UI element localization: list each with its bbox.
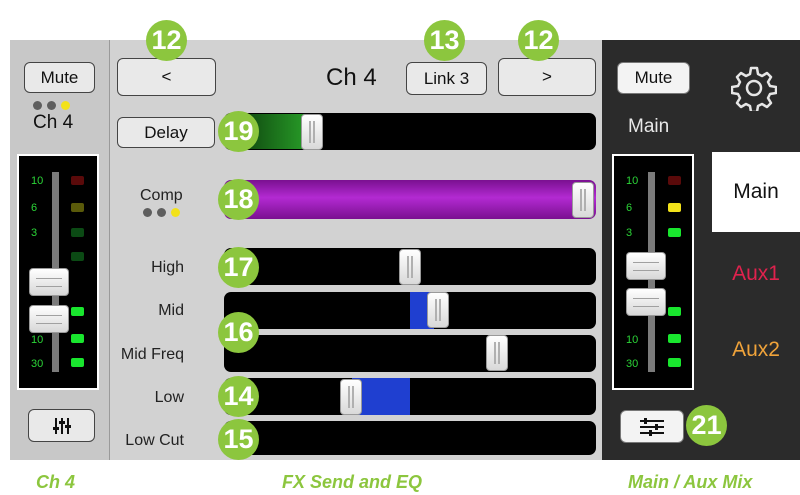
scale-label: 10	[626, 334, 639, 346]
next-channel-button[interactable]: >	[498, 58, 596, 96]
callout-18-comp: 18	[218, 179, 259, 220]
callout-21-eq-view: 21	[686, 405, 727, 446]
tab-aux2[interactable]: Aux2	[712, 328, 800, 372]
channel-fader-handle[interactable]	[29, 268, 69, 296]
meter-led	[71, 358, 84, 367]
eq-low-bar[interactable]	[224, 378, 596, 415]
eq-mid-freq-label: Mid Freq	[120, 346, 184, 363]
eq-high-label: High	[151, 259, 184, 276]
callout-19-delay: 19	[218, 111, 259, 152]
eq-low-cut-label: Low Cut	[125, 432, 184, 449]
scale-label: 30	[31, 358, 44, 370]
meter-led	[71, 228, 84, 237]
link-button[interactable]: Link 3	[406, 62, 487, 95]
scale-label: 3	[626, 227, 633, 239]
scale-label: 10	[626, 175, 639, 187]
main-mute-button[interactable]: Mute	[617, 62, 690, 94]
channel-settings-button[interactable]	[28, 409, 95, 442]
scale-label: 6	[626, 202, 633, 214]
callout-12-prev: 12	[146, 20, 187, 61]
status-dot-active	[171, 208, 180, 217]
meter-led	[668, 358, 681, 367]
status-dot	[47, 101, 56, 110]
callout-14-low: 14	[218, 376, 259, 417]
aux-fader-handle[interactable]	[626, 288, 666, 316]
comp-bar[interactable]	[224, 180, 596, 219]
caption-fx-eq: FX Send and EQ	[282, 472, 423, 492]
meter-led	[71, 252, 84, 261]
status-dot	[33, 101, 42, 110]
meter-led	[71, 334, 84, 343]
channel-label: Ch 4	[33, 112, 74, 133]
scale-label: 10	[31, 334, 44, 346]
eq-low-label: Low	[154, 389, 184, 406]
status-dot-active	[61, 101, 70, 110]
eq-mid-knob[interactable]	[427, 292, 449, 328]
eq-high-knob[interactable]	[399, 249, 421, 285]
eq-view-button[interactable]	[620, 410, 684, 443]
meter-led	[668, 307, 681, 316]
scale-label: 3	[31, 227, 38, 239]
scale-label: 10	[31, 175, 44, 187]
eq-mid-label: Mid	[158, 302, 184, 319]
callout-16-mid: 16	[218, 312, 259, 353]
meter-led	[668, 203, 681, 212]
low-cut-bar[interactable]	[224, 421, 596, 455]
scale-label: 30	[626, 358, 639, 370]
eq-mid-freq-knob[interactable]	[486, 335, 508, 371]
eq-sliders-icon	[640, 417, 664, 436]
meter-led-clip	[71, 176, 84, 185]
channel-send-fader-handle[interactable]	[29, 305, 69, 333]
caption-main-aux: Main / Aux Mix	[628, 472, 753, 492]
eq-mid-freq-bar[interactable]	[224, 335, 596, 372]
status-dot	[143, 208, 152, 217]
scale-label: 6	[31, 202, 38, 214]
delay-knob[interactable]	[301, 114, 323, 150]
meter-led-clip	[668, 176, 681, 185]
eq-low-knob[interactable]	[340, 379, 362, 415]
delay-button[interactable]: Delay	[117, 117, 215, 148]
meter-led	[71, 203, 84, 212]
bus-label: Main	[628, 116, 670, 137]
status-dot	[157, 208, 166, 217]
callout-17-high: 17	[218, 247, 259, 288]
tab-aux1[interactable]: Aux1	[712, 252, 800, 296]
meter-led	[668, 334, 681, 343]
callout-13-link: 13	[424, 20, 465, 61]
center-channel-label: Ch 4	[326, 64, 377, 91]
previous-channel-button[interactable]: <	[117, 58, 216, 96]
settings-gear-icon[interactable]	[730, 65, 778, 114]
channel-status-dots	[33, 101, 70, 110]
gear-icon	[730, 66, 778, 114]
tab-main[interactable]: Main	[712, 152, 800, 232]
callout-15-low-cut: 15	[218, 419, 259, 460]
comp-label: Comp	[140, 187, 183, 204]
meter-led	[668, 228, 681, 237]
meter-led	[71, 307, 84, 316]
callout-12-next: 12	[518, 20, 559, 61]
comp-knob[interactable]	[572, 182, 594, 218]
mixer-sliders-icon	[52, 417, 71, 434]
caption-channel: Ch 4	[36, 472, 76, 492]
main-fader-handle[interactable]	[626, 252, 666, 280]
comp-status-dots	[143, 208, 180, 217]
channel-mute-button[interactable]: Mute	[24, 62, 95, 93]
